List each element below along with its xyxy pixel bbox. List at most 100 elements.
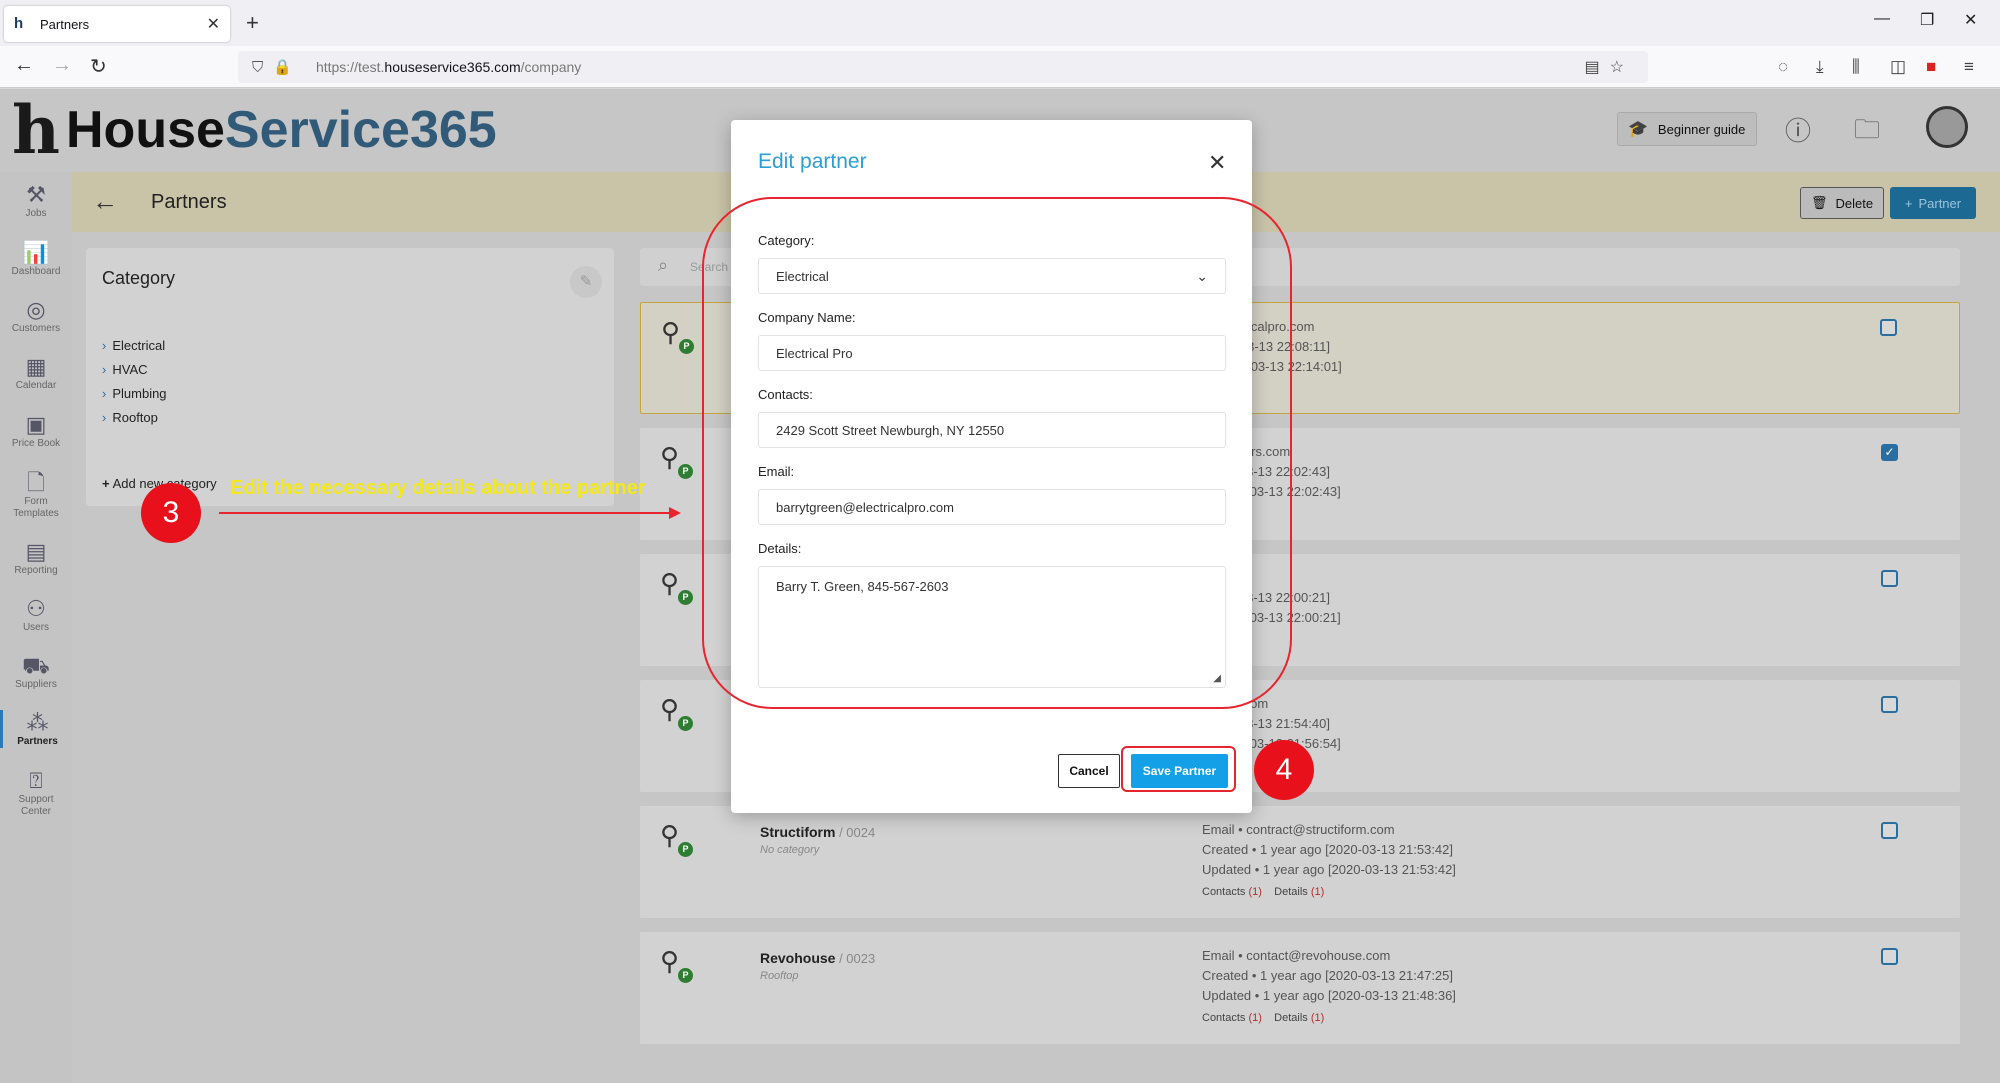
browser-nav-bar: ← → ↻ ⛉🔒 https://test.houseservice365.co… — [0, 46, 2000, 88]
row-checkbox[interactable] — [1881, 822, 1898, 839]
close-tab-icon[interactable]: ✕ — [207, 14, 220, 34]
partner-category: Rooftop — [760, 970, 799, 982]
person-icon: ⚲ — [660, 694, 680, 724]
row-checkbox[interactable]: ✓ — [1881, 444, 1898, 461]
plus-icon: + — [102, 476, 110, 491]
minimize-icon[interactable]: — — [1874, 10, 1890, 28]
window-close-icon[interactable]: ✕ — [1964, 10, 1977, 30]
logo-service: Service365 — [224, 101, 497, 159]
download-icon[interactable]: ⤓ — [1816, 57, 1824, 77]
category-title: Category — [102, 268, 176, 288]
modal-title: Edit partner — [758, 150, 867, 173]
partner-card[interactable]: ⚲ P Revohouse / 0023 Rooftop Email • cont… — [640, 932, 1960, 1044]
pocket-icon[interactable]: ◌ — [1778, 57, 1788, 77]
category-item-electrical[interactable]: › Electrical — [102, 334, 167, 358]
chart-icon: 📊 — [22, 240, 50, 265]
restore-icon[interactable]: ❐ — [1920, 10, 1934, 30]
delete-button[interactable]: 🗑 Delete — [1800, 187, 1884, 219]
category-item-rooftop[interactable]: › Rooftop — [102, 406, 167, 430]
add-partner-button[interactable]: + Partner — [1890, 187, 1976, 219]
sidebar-item-form-templates[interactable]: 🗋 Form Templates — [0, 470, 72, 520]
sidebar-item-dashboard[interactable]: 📊 Dashboard — [0, 240, 72, 278]
chevron-right-icon: › — [102, 362, 107, 377]
sidebar-item-jobs[interactable]: ⚒ Jobs — [0, 182, 72, 220]
step-3-instruction: Edit the necessary details about the par… — [230, 477, 646, 499]
partner-category: No category — [760, 844, 820, 856]
annotation-save-highlight — [1121, 746, 1236, 792]
new-tab-icon[interactable]: + — [246, 10, 259, 36]
sidebar-item-partners[interactable]: ⁂ Partners — [0, 710, 72, 748]
plus-icon: + — [1904, 195, 1913, 211]
partner-badge-icon: P — [678, 464, 693, 479]
category-list: › Electrical › HVAC › Plumbing › Rooftop — [102, 334, 167, 430]
contacts-link[interactable]: Contacts (1) — [1202, 886, 1262, 898]
partner-name[interactable]: Revohouse / 0023 — [760, 950, 875, 966]
sidebar-toggle-icon[interactable]: ◫ — [1890, 57, 1906, 77]
url-bar[interactable]: ⛉🔒 https://test.houseservice365.com/comp… — [238, 51, 1648, 83]
avatar[interactable] — [1926, 106, 1968, 148]
row-checkbox[interactable] — [1881, 696, 1898, 713]
menu-icon[interactable]: ≡ — [1964, 57, 1974, 77]
step-3-badge: 3 — [141, 483, 201, 543]
chevron-right-icon: › — [102, 410, 107, 425]
cancel-button[interactable]: Cancel — [1058, 754, 1120, 788]
partner-badge-icon: P — [678, 716, 693, 731]
truck-icon: ⛟ — [22, 653, 50, 678]
details-link[interactable]: Details (1) — [1274, 886, 1324, 898]
row-checkbox[interactable] — [1881, 948, 1898, 965]
sidebar-item-reporting[interactable]: ▤ Reporting — [0, 539, 72, 577]
back-arrow-icon[interactable]: ← — [92, 186, 118, 217]
sidebar-item-suppliers[interactable]: ⛟ Suppliers — [0, 653, 72, 691]
person-icon: ⚲ — [660, 568, 680, 598]
row-checkbox[interactable] — [1880, 319, 1897, 336]
annotation-arrow — [219, 512, 671, 514]
contacts-link[interactable]: Contacts (1) — [1202, 1012, 1262, 1024]
logo[interactable]: h HouseService365 — [12, 97, 497, 163]
category-item-plumbing[interactable]: › Plumbing — [102, 382, 167, 406]
folder-icon[interactable]: 🗀 — [1854, 111, 1880, 155]
category-item-hvac[interactable]: › HVAC — [102, 358, 167, 382]
details-link[interactable]: Details (1) — [1274, 1012, 1324, 1024]
sidebar-item-support-center[interactable]: ⍰ Support Center — [0, 768, 72, 818]
favicon-icon: h — [14, 15, 24, 32]
price-book-icon: ▣ — [25, 412, 47, 437]
step-4-badge: 4 — [1254, 740, 1314, 800]
library-icon[interactable]: ⫼ — [1852, 57, 1860, 77]
partner-card[interactable]: ⚲ P Structiform / 0024 No category Email … — [640, 806, 1960, 918]
form-icon: 🗋 — [27, 470, 45, 495]
help-icon[interactable]: ⓘ — [1785, 111, 1811, 148]
category-panel: Category ✎ › Electrical › HVAC › Plumbing ›… — [86, 248, 614, 506]
sidebar: ⚒ Jobs 📊 Dashboard ◎ Customers ▦ Calenda… — [0, 172, 72, 1083]
tools-icon: ⚒ — [26, 182, 46, 207]
users-icon: ⚇ — [26, 596, 46, 621]
trash-icon: 🗑 — [1810, 195, 1828, 210]
person-icon: ⚲ — [660, 820, 680, 850]
logo-house: House — [66, 101, 225, 159]
close-icon[interactable]: ✕ — [1208, 150, 1226, 176]
partner-badge-icon: P — [678, 968, 693, 983]
logo-mark: h — [12, 91, 60, 169]
partner-badge-icon: P — [679, 339, 694, 354]
support-icon: ⍰ — [29, 768, 43, 793]
forward-icon[interactable]: → — [52, 54, 72, 77]
person-icon: ⚲ — [660, 946, 680, 976]
sidebar-item-customers[interactable]: ◎ Customers — [0, 297, 72, 335]
chevron-right-icon: › — [102, 386, 107, 401]
sidebar-item-users[interactable]: ⚇ Users — [0, 596, 72, 634]
search-icon: ⌕ — [658, 255, 669, 275]
row-checkbox[interactable] — [1881, 570, 1898, 587]
partner-name[interactable]: Structiform / 0024 — [760, 824, 875, 840]
browser-tab[interactable]: h Partners ✕ — [4, 6, 230, 42]
beginner-guide-button[interactable]: 🎓 Beginner guide — [1617, 112, 1757, 146]
partner-badge-icon: P — [678, 842, 693, 857]
page-title: Partners — [151, 191, 227, 213]
customers-icon: ◎ — [26, 297, 46, 322]
back-icon[interactable]: ← — [14, 54, 34, 77]
person-icon: ⚲ — [660, 442, 680, 472]
extension-icon[interactable]: ■ — [1926, 57, 1936, 77]
pencil-icon[interactable]: ✎ — [570, 266, 602, 298]
sidebar-item-calendar[interactable]: ▦ Calendar — [0, 354, 72, 392]
sidebar-item-price-book[interactable]: ▣ Price Book — [0, 412, 72, 450]
reader-bookmark-icons[interactable]: ▤☆ — [1585, 57, 1634, 77]
reload-icon[interactable]: ↻ — [90, 54, 107, 79]
